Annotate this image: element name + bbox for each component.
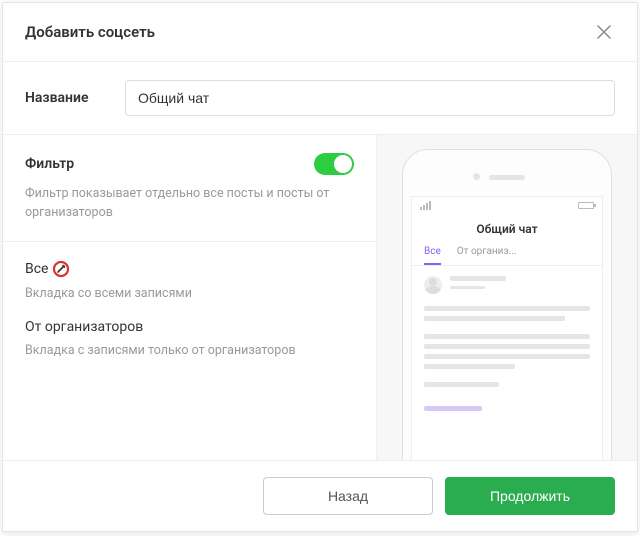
status-bar (412, 197, 602, 214)
phone-camera-icon (473, 173, 480, 180)
phone-preview-panel: Общий чат Все От организ... (377, 135, 637, 460)
preview-tabs: Все От организ... (412, 246, 602, 266)
phone-mockup: Общий чат Все От организ... (402, 149, 612, 460)
battery-icon (578, 202, 594, 209)
edit-icon[interactable] (52, 260, 70, 278)
placeholder-line (450, 286, 485, 289)
placeholder-line (424, 306, 590, 311)
tab-config-organizers: От организаторов Вкладка с записями толь… (25, 319, 354, 358)
placeholder-line (424, 364, 515, 369)
tab-title: От организаторов (25, 319, 143, 335)
placeholder-line (424, 382, 499, 387)
placeholder-line (424, 316, 565, 321)
tabs-block: Все Вкладка со всеми записями (3, 241, 376, 394)
placeholder-line (450, 276, 506, 281)
avatar-icon (424, 276, 442, 294)
name-row: Название (3, 62, 637, 135)
phone-speaker-icon (489, 175, 525, 180)
tab-config-all: Все Вкладка со всеми записями (25, 260, 354, 301)
modal-body: Название Фильтр Фильтр показывает отдель… (3, 62, 637, 460)
name-label: Название (25, 90, 105, 106)
close-button[interactable] (593, 21, 615, 43)
back-button[interactable]: Назад (263, 477, 433, 515)
add-social-modal: Добавить соцсеть Название Фильтр Фильтр … (2, 2, 638, 532)
tab-description: Вкладка с записями только от организатор… (25, 343, 354, 358)
filter-header: Фильтр (3, 135, 376, 175)
placeholder-line (424, 344, 590, 349)
modal-title: Добавить соцсеть (25, 23, 155, 41)
tab-description: Вкладка со всеми записями (25, 286, 354, 301)
tab-title: Все (25, 261, 48, 277)
preview-screen-title: Общий чат (412, 214, 602, 246)
filter-description: Фильтр показывает отдельно все посты и п… (3, 175, 376, 241)
placeholder-line (424, 354, 590, 359)
modal-header: Добавить соцсеть (3, 3, 637, 62)
preview-tab-all: Все (424, 246, 441, 265)
continue-button[interactable]: Продолжить (445, 477, 615, 515)
signal-icon (420, 201, 431, 210)
toggle-knob (334, 155, 352, 173)
preview-content (412, 266, 602, 426)
phone-screen: Общий чат Все От организ... (411, 196, 603, 460)
filter-label: Фильтр (25, 156, 74, 172)
name-input[interactable] (125, 80, 615, 116)
phone-top-bezel (411, 158, 603, 196)
filter-toggle[interactable] (314, 153, 354, 175)
placeholder-line (424, 406, 482, 411)
modal-footer: Назад Продолжить (3, 460, 637, 531)
filter-section: Фильтр Фильтр показывает отдельно все по… (3, 135, 637, 460)
preview-tab-organizers: От организ... (457, 246, 517, 265)
close-icon (597, 25, 611, 39)
placeholder-line (424, 334, 590, 339)
filter-left-column: Фильтр Фильтр показывает отдельно все по… (3, 135, 377, 460)
preview-post (424, 276, 590, 294)
